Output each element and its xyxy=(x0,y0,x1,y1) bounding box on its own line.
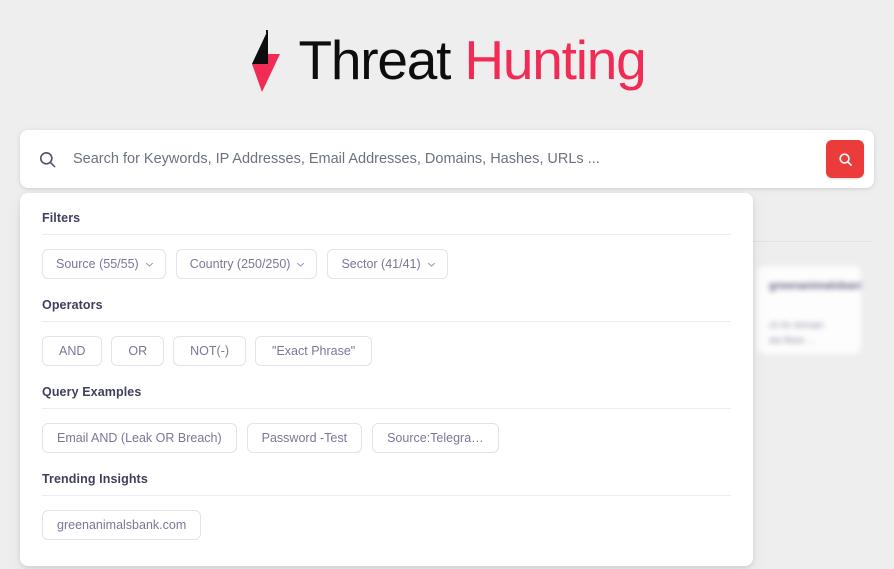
search-submit-button[interactable] xyxy=(826,140,864,178)
section-divider xyxy=(42,495,731,496)
query-example-chip-row: Email AND (Leak OR Breach) Password -Tes… xyxy=(42,423,731,453)
section-operators: Operators AND OR NOT(-) "Exact Phrase" xyxy=(42,298,731,366)
filter-chip-sector[interactable]: Sector (41/41) xyxy=(327,249,448,279)
background-card-line-2: ata Base ... xyxy=(769,335,815,346)
search-icon xyxy=(39,151,56,167)
chip-label: Country (250/250) xyxy=(189,256,291,271)
section-divider xyxy=(42,234,731,235)
chip-label: AND xyxy=(59,343,86,358)
search-input[interactable] xyxy=(73,130,826,188)
chip-label: Source:Telegra… xyxy=(387,430,484,445)
query-example-chip-3[interactable]: Source:Telegra… xyxy=(372,423,499,453)
chevron-down-icon xyxy=(297,262,305,267)
operator-chip-row: AND OR NOT(-) "Exact Phrase" xyxy=(42,336,731,366)
brand-title-primary: Threat xyxy=(298,28,451,91)
search-icon xyxy=(838,152,852,166)
chevron-down-icon xyxy=(427,262,435,267)
filter-chip-source[interactable]: Source (55/55) xyxy=(42,249,166,279)
brand-title-accent: Hunting xyxy=(464,28,646,91)
query-example-chip-1[interactable]: Email AND (Leak OR Breach) xyxy=(42,423,237,453)
trending-chip-1[interactable]: greenanimalsbank.com xyxy=(42,510,202,540)
brand-logo: Threat Hunting xyxy=(248,28,647,92)
chip-label: greenanimalsbank.com xyxy=(57,517,187,532)
section-title: Trending Insights xyxy=(42,472,148,486)
search-bar[interactable] xyxy=(20,130,874,188)
background-card-title: greenanimalsbank xyxy=(769,280,862,292)
section-divider xyxy=(42,321,731,322)
filter-chip-row: Source (55/55) Country (250/250) Sector … xyxy=(42,249,731,279)
section-query-examples: Query Examples Email AND (Leak OR Breach… xyxy=(42,385,731,453)
chip-label: Source (55/55) xyxy=(56,256,139,271)
chip-label: OR xyxy=(128,343,148,358)
operator-chip-and[interactable]: AND xyxy=(42,336,103,366)
query-example-chip-2[interactable]: Password -Test xyxy=(246,423,363,453)
operator-chip-exact-phrase[interactable]: "Exact Phrase" xyxy=(255,336,373,366)
trending-chip-row: greenanimalsbank.com xyxy=(42,510,731,540)
page-header: Threat Hunting xyxy=(0,0,894,120)
chevron-down-icon xyxy=(145,262,153,267)
background-result-card: greenanimalsbank ch for domain ata Base … xyxy=(756,265,862,355)
page-title: Threat Hunting xyxy=(298,32,646,88)
chip-label: NOT(-) xyxy=(190,343,230,358)
chip-label: "Exact Phrase" xyxy=(272,343,356,358)
section-filters: Filters Source (55/55) Country (250/250)… xyxy=(42,211,731,279)
operator-chip-or[interactable]: OR xyxy=(111,336,165,366)
lightning-bolt-icon xyxy=(252,30,281,92)
chip-label: Sector (41/41) xyxy=(341,256,421,271)
section-title: Query Examples xyxy=(42,385,142,399)
chip-label: Email AND (Leak OR Breach) xyxy=(57,430,222,445)
operator-chip-not[interactable]: NOT(-) xyxy=(173,336,247,366)
chip-label: Password -Test xyxy=(261,430,348,445)
search-suggestions-panel: Filters Source (55/55) Country (250/250)… xyxy=(20,193,753,566)
section-trending-insights: Trending Insights greenanimalsbank.com xyxy=(42,472,731,540)
section-divider xyxy=(42,408,731,409)
section-title: Filters xyxy=(42,211,81,225)
filter-chip-country[interactable]: Country (250/250) xyxy=(175,249,318,279)
section-title: Operators xyxy=(42,298,103,312)
background-card-line-1: ch for domain xyxy=(769,320,824,330)
